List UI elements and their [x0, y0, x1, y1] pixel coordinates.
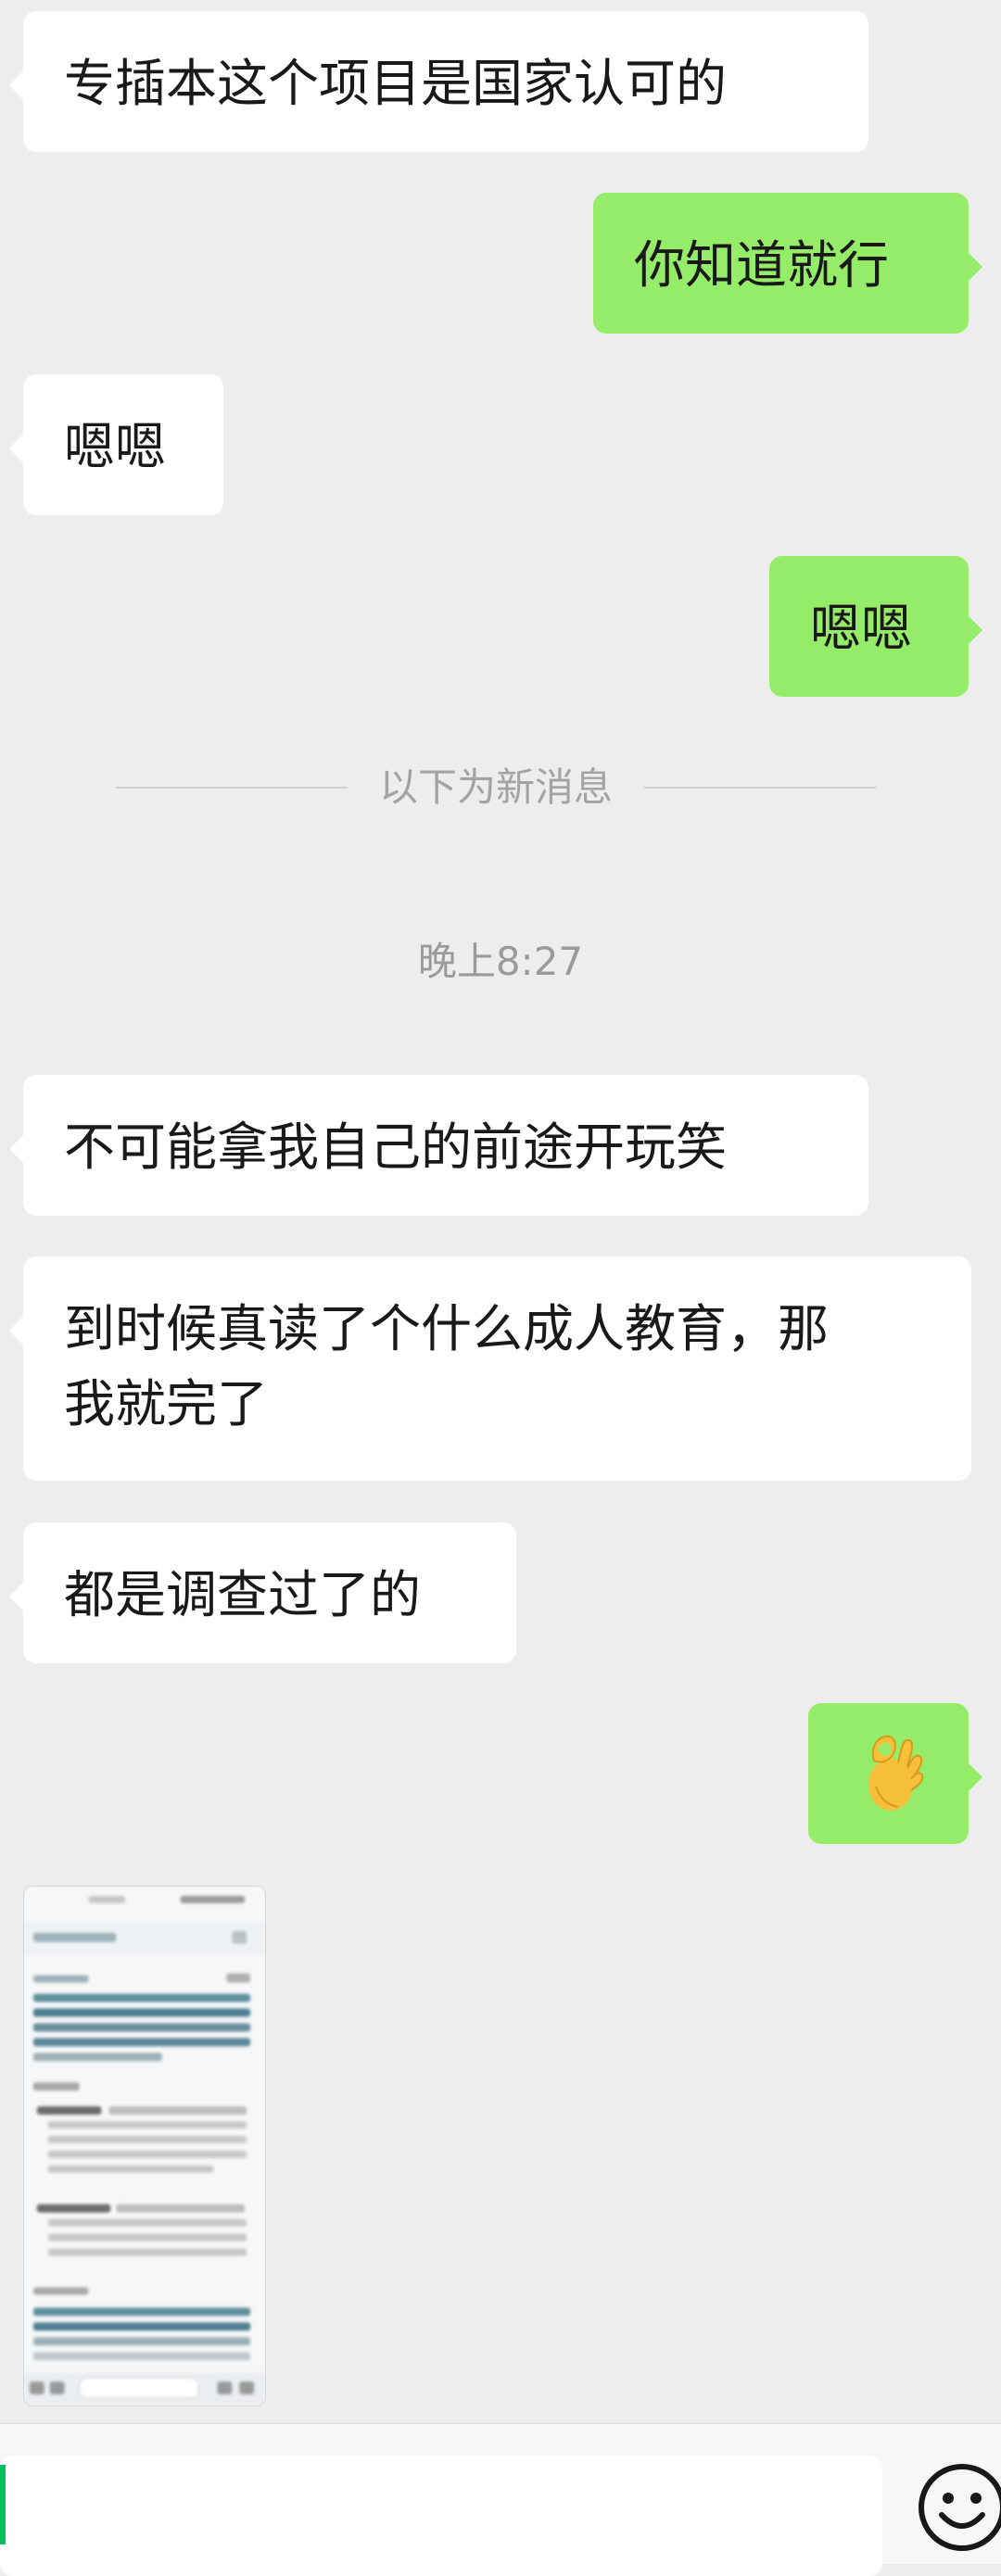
- message-text-line: 我就完了: [64, 1374, 269, 1433]
- chat-input-bar: [0, 2423, 1001, 2576]
- text-cursor: [0, 2465, 6, 2544]
- new-messages-divider: 以下为新消息: [116, 760, 876, 815]
- message-bubble-incoming[interactable]: 专插本这个项目是国家认可的: [9, 11, 868, 152]
- message-input[interactable]: [0, 2456, 882, 2576]
- message-bubble-incoming[interactable]: 到时候真读了个什么成人教育，那 我就完了: [9, 1256, 971, 1481]
- chat-area: 专插本这个项目是国家认可的 你知道就行 嗯嗯 嗯嗯 以下为新消息 晚上8:27 …: [0, 0, 1001, 2423]
- divider-line: [116, 787, 348, 789]
- message-text: 嗯嗯: [64, 417, 167, 476]
- screenshot-thumbnail-image: [24, 1887, 265, 2406]
- divider-line: [644, 787, 876, 789]
- message-text: 都是调查过了的: [64, 1565, 422, 1624]
- smiley-face-icon[interactable]: [916, 2461, 1001, 2554]
- image-message-thumbnail[interactable]: [23, 1886, 266, 2406]
- message-bubble-incoming[interactable]: 都是调查过了的: [9, 1522, 516, 1663]
- message-bubble-outgoing-emoji[interactable]: [808, 1703, 982, 1844]
- message-timestamp: 晚上8:27: [417, 939, 584, 984]
- message-bubble-outgoing[interactable]: 嗯嗯: [769, 556, 982, 697]
- ok-hand-emoji-icon: [868, 1735, 923, 1811]
- message-text: 专插本这个项目是国家认可的: [64, 54, 728, 113]
- message-text: 你知道就行: [634, 235, 890, 295]
- message-text-line: 到时候真读了个什么成人教育，那: [64, 1299, 830, 1358]
- message-bubble-outgoing[interactable]: 你知道就行: [593, 193, 982, 334]
- message-bubble-incoming[interactable]: 不可能拿我自己的前途开玩笑: [9, 1075, 868, 1216]
- message-text: 不可能拿我自己的前途开玩笑: [64, 1118, 728, 1177]
- message-text: 嗯嗯: [810, 599, 913, 658]
- message-bubble-incoming[interactable]: 嗯嗯: [9, 374, 223, 515]
- divider-label: 以下为新消息: [378, 764, 613, 810]
